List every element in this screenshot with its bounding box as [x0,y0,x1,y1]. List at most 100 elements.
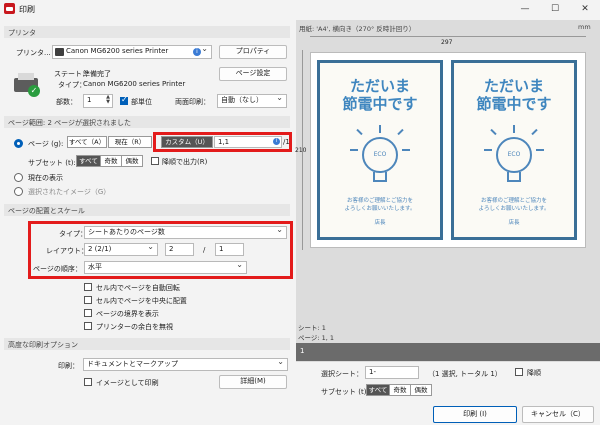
pages-label: ページ (g): [28,140,64,148]
select-sheet-label: 選択シート： [321,370,363,378]
page-order-select[interactable]: 水平 [84,261,247,274]
preview-sheet: ただいま 節電中です ECO お客様のご理解とご協力を よろしくお願いいたします… [310,52,586,248]
sheet-info: シート: 1 [298,324,326,332]
current-view-label: 現在の表示 [28,174,63,182]
custom-range-input[interactable]: 1,1 [214,136,282,148]
printer-select[interactable]: Canon MG6200 series Printer i [52,45,212,59]
range-current-option[interactable]: 現在（R） [108,136,152,148]
layout-cols-input[interactable]: 2 [165,243,194,256]
poster-title-2a: ただいま [483,77,544,95]
print-as-image-checkbox[interactable] [84,378,92,386]
ignore-margin-label: プリンターの余白を無視 [96,323,173,331]
settings-panel: プリンタ プリンタ... Canon MG6200 series Printer… [0,20,294,402]
border-checkbox[interactable] [84,309,92,317]
total-pages: /1 [283,138,290,146]
border-label: ページの境界を表示 [96,310,159,318]
auto-rotate-checkbox[interactable] [84,283,92,291]
scroll-page-number: 1 [300,347,305,355]
preview-subset-even[interactable]: 偶数 [410,384,432,396]
printer-icon: ✓ [12,70,42,98]
preview-subset-odd[interactable]: 奇数 [389,384,411,396]
poster-title-1b: 節電中です [342,95,418,113]
range-custom-option[interactable]: カスタム（U） [161,136,213,148]
descending-label: 降順 [527,369,541,377]
type-label: タイプ： [59,230,87,238]
printer-section-header: プリンタ [4,26,290,38]
range-all-option[interactable]: すべて（A） [67,136,107,148]
bulb-base [373,172,387,182]
cancel-button[interactable]: キャンセル（C） [522,406,594,423]
copies-label: 部数： [56,98,77,106]
details-button[interactable]: 詳細(M) [219,375,287,389]
select-sheet-input[interactable]: 1- [365,366,419,379]
poster-sign-1: 店長 [374,220,386,226]
duplex-label: 両面印刷： [175,98,210,106]
reverse-checkbox[interactable] [151,157,159,165]
auto-rotate-label: セル内でページを自動回転 [96,284,180,292]
minimize-button[interactable]: — [510,2,540,17]
copies-value: 1 [87,96,92,104]
advanced-section-header: 高度な印刷オプション [4,338,290,350]
info-icon[interactable]: i [193,48,201,56]
selected-image-label: 選択されたイメージ（G） [28,188,111,196]
type-value: Canon MG6200 series Printer [83,80,186,88]
printer-label: プリンタ... [16,49,51,57]
layout-label: レイアウト： [46,247,88,255]
status-value: 準備完了 [83,70,111,78]
layout-separator: / [203,246,206,254]
copies-input[interactable]: 1 ▲ ▼ [83,94,113,108]
center-checkbox[interactable] [84,296,92,304]
page-setup-button[interactable]: ページ設定 [219,67,287,81]
center-label: セル内でページを中央に配置 [96,297,187,305]
poster-title-2b: 節電中です [476,95,552,113]
layout-type-select[interactable]: シートあたりのページ数 [84,226,287,239]
preview-subset-all[interactable]: すべて [366,384,390,396]
current-view-radio[interactable] [14,173,23,182]
collate-checkbox[interactable] [120,95,128,105]
paper-info: 用紙: 'A4', 横向き（270° 反時計回り） [299,25,416,33]
duplex-select[interactable]: 自動（なし） [217,94,287,108]
layout-highlight: タイプ： シートあたりのページ数 レイアウト： 2 (2/1) 2 / 1 ペー… [28,221,293,279]
app-icon [4,3,15,14]
ignore-margin-checkbox[interactable] [84,322,92,330]
title-bar: 印刷 — ☐ ✕ [0,0,600,19]
layout-rows-input[interactable]: 1 [215,243,244,256]
subset-odd[interactable]: 奇数 [100,155,122,167]
print-as-image-label: イメージとして印刷 [96,379,159,387]
poster-sign-2: 店長 [508,220,520,226]
bulb-ray [397,128,404,136]
info-icon[interactable]: i [273,138,280,145]
layout-select[interactable]: 2 (2/1) [84,243,158,256]
poster-msg-1b: よろしくお願いいたします。 [344,206,416,212]
bulb-ray [379,125,381,133]
spinner-icon[interactable]: ▲ ▼ [106,95,110,105]
bulb-ray [356,128,363,136]
close-button[interactable]: ✕ [570,2,600,17]
properties-button[interactable]: プロパティ [219,45,287,59]
selected-image-radio[interactable] [14,187,23,196]
selection-info: （1 選択, トータル 1） [428,370,502,378]
descending-checkbox[interactable] [515,368,523,376]
print-content-label: 印刷： [58,362,79,370]
width-ruler [310,36,586,37]
print-content-select[interactable]: ドキュメントとマークアップ [83,358,288,371]
subset-label: サブセット (t): [28,159,76,167]
preview-scrollbar[interactable]: 1 [296,343,600,361]
subset-all[interactable]: すべて [76,155,101,167]
custom-range-highlight: カスタム（U） 1,1 i /1 [153,132,292,152]
units-label: mm [578,23,591,31]
poster-page-1: ただいま 節電中です ECO お客様のご理解とご協力を よろしくお願いいたします… [317,60,443,240]
eco-text: ECO [373,151,387,158]
layout-section-header: ページの配置とスケール [4,204,290,216]
print-preview: 用紙: 'A4', 横向き（270° 反時計回り） mm 297 210 ただい… [295,20,600,362]
printer-small-icon [55,48,64,56]
subset-even[interactable]: 偶数 [121,155,143,167]
dialog-footer: 印刷 (I) キャンセル（C） [0,402,600,425]
poster-msg-2b: よろしくお願いいたします。 [478,206,550,212]
maximize-button[interactable]: ☐ [540,2,570,17]
bulb-ray [490,128,497,136]
order-label: ページの順序： [33,265,82,273]
collate-label: 部単位 [131,98,152,106]
print-button[interactable]: 印刷 (I) [433,406,517,423]
pages-radio[interactable] [14,139,23,148]
